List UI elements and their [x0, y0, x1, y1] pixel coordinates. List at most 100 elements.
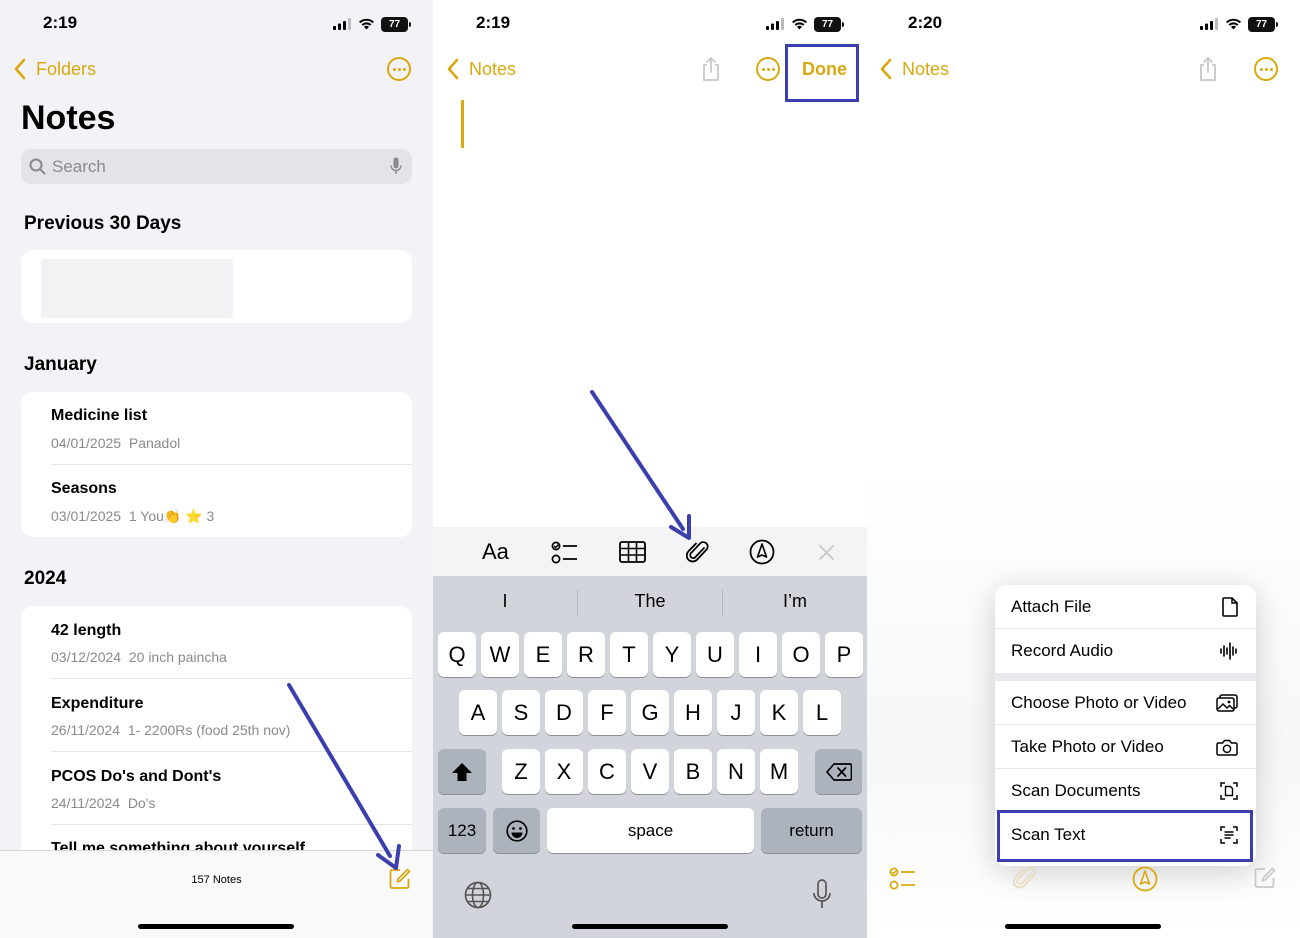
note-preview: 20 inch paincha [128, 649, 227, 665]
more-options-button[interactable] [756, 57, 780, 81]
key-o[interactable]: O [782, 632, 820, 677]
arrow-annotation-icon [590, 390, 691, 540]
section-header: January [24, 354, 97, 375]
markup-pen-icon[interactable] [1132, 866, 1158, 892]
key-h[interactable]: H [674, 690, 712, 735]
key-e[interactable]: E [524, 632, 562, 677]
wifi-icon [792, 18, 807, 30]
backspace-key[interactable] [815, 749, 862, 794]
note-date: 26/11/2024 [51, 722, 121, 738]
note-meta: 03/12/2024 20 inch paincha [51, 649, 227, 665]
key-m[interactable]: M [760, 749, 798, 794]
back-to-folders-button[interactable]: Folders [36, 59, 96, 80]
menu-item-scan-documents[interactable]: Scan Documents [995, 769, 1256, 813]
menu-item-label: Attach File [1011, 597, 1092, 616]
key-v[interactable]: V [631, 749, 669, 794]
chevron-left-icon[interactable] [446, 58, 460, 80]
checklist-icon[interactable] [889, 867, 916, 891]
chevron-left-icon[interactable] [13, 58, 27, 80]
share-icon[interactable] [700, 56, 722, 82]
format-text-button[interactable]: Aa [482, 539, 509, 565]
key-i[interactable]: I [739, 632, 777, 677]
menu-item-attach-file[interactable]: Attach File [995, 585, 1256, 629]
checklist-icon[interactable] [551, 541, 578, 565]
key-c[interactable]: C [588, 749, 626, 794]
globe-icon[interactable] [464, 881, 492, 909]
search-input[interactable]: Search [52, 157, 106, 177]
note-meta: 24/11/2024 Do's [51, 795, 155, 811]
note-title: PCOS Do's and Dont's [51, 768, 222, 785]
section-header: 2024 [24, 568, 67, 589]
markup-pen-icon[interactable] [749, 539, 775, 565]
status-time: 2:19 [476, 13, 511, 32]
menu-item-record-audio[interactable]: Record Audio [995, 629, 1256, 673]
key-n[interactable]: N [717, 749, 755, 794]
search-bar[interactable]: Search [21, 149, 412, 184]
battery-icon: 77 [381, 16, 411, 32]
key-f[interactable]: F [588, 690, 626, 735]
space-key[interactable]: space [547, 808, 754, 853]
key-a[interactable]: A [459, 690, 497, 735]
key-r[interactable]: R [567, 632, 605, 677]
home-indicator [572, 924, 728, 929]
share-icon[interactable] [1197, 56, 1219, 82]
attachment-menu-screen: 2:20 77 Notes Attach File Record Audio C… [867, 0, 1300, 938]
table-icon[interactable] [619, 541, 646, 563]
key-y[interactable]: Y [653, 632, 691, 677]
paperclip-icon[interactable] [1013, 865, 1037, 891]
note-preview: Panadol [128, 435, 181, 451]
note-date: 04/01/2025 [51, 435, 122, 451]
search-icon [29, 158, 46, 175]
dictation-mic-icon[interactable] [812, 879, 832, 911]
waveform-icon [1220, 642, 1237, 660]
return-key[interactable]: return [761, 808, 862, 853]
key-w[interactable]: W [481, 632, 519, 677]
more-options-button[interactable] [387, 57, 411, 81]
home-indicator [1005, 924, 1161, 929]
key-d[interactable]: D [545, 690, 583, 735]
key-b[interactable]: B [674, 749, 712, 794]
numbers-key[interactable]: 123 [438, 808, 486, 853]
status-icons: 77 [333, 14, 411, 34]
key-j[interactable]: J [717, 690, 755, 735]
note-card[interactable] [21, 250, 412, 323]
suggestion-item[interactable]: I [433, 591, 577, 612]
menu-item-choose-photo[interactable]: Choose Photo or Video [995, 681, 1256, 725]
back-to-notes-button[interactable]: Notes [902, 59, 949, 80]
compose-icon[interactable] [1253, 866, 1277, 890]
suggestion-item[interactable]: The [578, 591, 722, 612]
chevron-left-icon[interactable] [879, 58, 893, 80]
note-meta: 04/01/2025 Panadol [51, 435, 180, 451]
note-editor-screen: 2:19 77 Notes Done Aa I The I’m QWERTYUI… [433, 0, 867, 938]
shift-icon [452, 762, 472, 781]
shift-key[interactable] [438, 749, 486, 794]
key-x[interactable]: X [545, 749, 583, 794]
wifi-icon [1226, 18, 1241, 30]
key-p[interactable]: P [825, 632, 863, 677]
arrow-annotation-icon [287, 683, 401, 870]
back-to-notes-button[interactable]: Notes [469, 59, 516, 80]
key-s[interactable]: S [502, 690, 540, 735]
battery-icon: 77 [814, 16, 844, 32]
suggestion-item[interactable]: I’m [723, 591, 867, 612]
key-g[interactable]: G [631, 690, 669, 735]
key-z[interactable]: Z [502, 749, 540, 794]
microphone-icon[interactable] [390, 157, 402, 176]
doc-scan-icon [1220, 782, 1238, 800]
emoji-key[interactable] [493, 808, 540, 853]
more-options-button[interactable] [1254, 57, 1278, 81]
signal-icon [333, 18, 351, 30]
note-meta: 26/11/2024 1- 2200Rs (food 25th nov) [51, 722, 290, 738]
key-k[interactable]: K [760, 690, 798, 735]
close-icon[interactable] [818, 544, 835, 561]
redacted-note-preview [41, 259, 233, 318]
menu-item-take-photo[interactable]: Take Photo or Video [995, 725, 1256, 769]
key-t[interactable]: T [610, 632, 648, 677]
key-q[interactable]: Q [438, 632, 476, 677]
note-date: 03/12/2024 [51, 649, 122, 665]
photo-icon [1216, 694, 1238, 712]
signal-icon [1200, 18, 1218, 30]
key-l[interactable]: L [803, 690, 841, 735]
menu-item-label: Record Audio [1011, 641, 1114, 660]
key-u[interactable]: U [696, 632, 734, 677]
